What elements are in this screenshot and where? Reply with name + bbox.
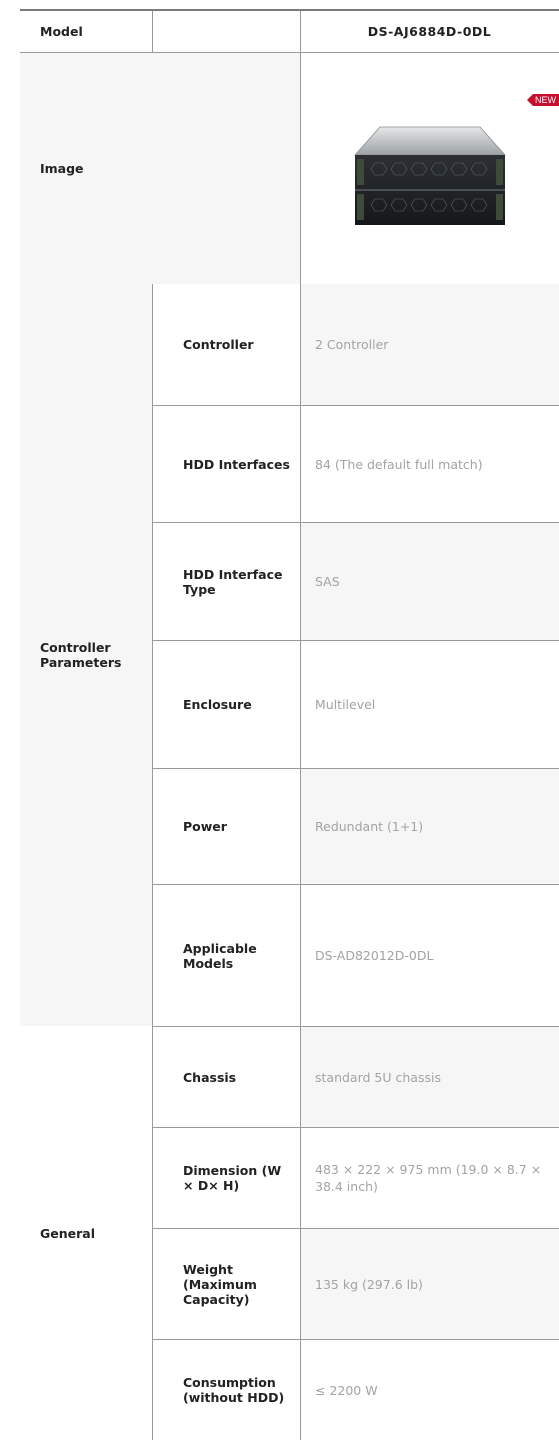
divider xyxy=(152,11,153,52)
spec-label-hdd-interface-type: HDD Interface Type xyxy=(153,523,300,640)
spec-value-controller: 2 Controller xyxy=(300,284,559,405)
spec-label-controller: Controller xyxy=(153,284,300,405)
spec-value-dimension: 483 × 222 × 975 mm (19.0 × 8.7 × 38.4 in… xyxy=(315,1162,542,1194)
general-group-label: General xyxy=(20,1027,153,1440)
spec-label-enclosure: Enclosure xyxy=(153,641,300,768)
spec-value-weight: 135 kg (297.6 lb) xyxy=(300,1229,559,1339)
spec-value-enclosure: Multilevel xyxy=(315,697,376,712)
spec-value-consumption: ≤ 2200 W xyxy=(315,1382,378,1398)
divider xyxy=(20,52,559,53)
spec-label-power: Power xyxy=(153,769,300,884)
spec-label-applicable-models: Applicable Models xyxy=(153,885,300,1026)
spec-label-dimension: Dimension (W × D× H) xyxy=(153,1128,300,1228)
model-value-cell: DS-AJ6884D-0DL xyxy=(300,11,559,52)
divider xyxy=(153,1339,559,1340)
spec-label-consumption: Consumption (without HDD) xyxy=(153,1340,300,1440)
spec-value-power: Redundant (1+1) xyxy=(300,769,559,884)
model-header-cell: Model xyxy=(20,11,300,52)
controller-parameters-group-label: Controller Parameters xyxy=(20,284,153,1026)
image-label-cell: Image xyxy=(20,52,300,284)
model-value: DS-AJ6884D-0DL xyxy=(367,24,492,39)
image-cell xyxy=(300,52,559,284)
spec-label-chassis: Chassis xyxy=(153,1027,300,1127)
divider xyxy=(153,1026,559,1027)
product-image xyxy=(353,126,506,225)
spec-value-chassis: standard 5U chassis xyxy=(300,1027,559,1127)
spec-value-hdd-interfaces: 84 (The default full match) xyxy=(315,456,483,472)
spec-table: Model DS-AJ6884D-0DL Image NEW Controlle… xyxy=(0,0,559,1440)
spec-value-applicable-models: DS-AD82012D-0DL xyxy=(315,948,434,963)
new-badge: NEW xyxy=(527,94,559,106)
divider xyxy=(300,11,301,1440)
spec-value-hdd-interface-type: SAS xyxy=(300,523,559,640)
divider xyxy=(153,405,559,406)
divider xyxy=(152,284,153,1440)
divider xyxy=(153,884,559,885)
image-label: Image xyxy=(40,160,84,176)
divider xyxy=(153,1228,559,1229)
divider xyxy=(153,1127,559,1128)
divider xyxy=(153,768,559,769)
spec-label-hdd-interfaces: HDD Interfaces xyxy=(153,406,300,522)
divider xyxy=(153,522,559,523)
spec-label-weight: Weight (Maximum Capacity) xyxy=(153,1229,300,1339)
model-label: Model xyxy=(40,24,83,39)
divider xyxy=(153,640,559,641)
